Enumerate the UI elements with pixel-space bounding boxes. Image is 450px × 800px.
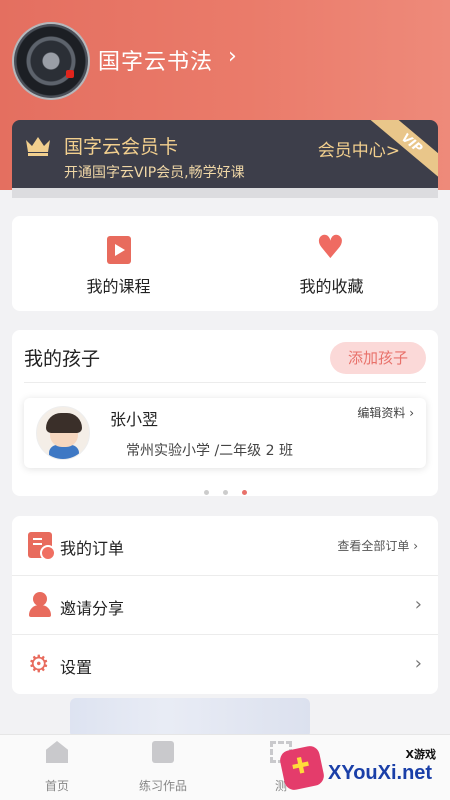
kid-school: 常州实验小学 /二年级 2 班: [126, 443, 293, 459]
kids-title: 我的孩子: [24, 348, 101, 370]
add-kid-button[interactable]: 添加孩子: [330, 342, 426, 374]
kid-avatar: [36, 406, 90, 460]
gamepad-logo-icon: [278, 744, 326, 792]
vip-subtitle: 开通国字云VIP会员,畅学好课: [64, 165, 245, 181]
person-icon: [28, 592, 52, 618]
carousel-dot[interactable]: [203, 490, 209, 495]
watermark: X游戏 XYouXi.net: [278, 742, 448, 798]
crown-icon: [26, 137, 50, 156]
vip-title: 国字云会员卡: [64, 136, 179, 158]
order-clipboard-icon: [28, 532, 56, 561]
tab-home[interactable]: 首页: [12, 741, 102, 794]
divider: [24, 382, 426, 383]
book-icon: [152, 741, 174, 763]
carousel-dot[interactable]: [222, 490, 228, 495]
kid-name: 张小翌: [110, 410, 159, 429]
chevron-right-icon: ›: [414, 653, 422, 674]
my-favorites-label: 我的收藏: [299, 277, 364, 296]
my-favorites-button[interactable]: ♥ 我的收藏: [225, 216, 438, 311]
watermark-text: XYouXi.net: [328, 762, 433, 784]
quick-actions: 我的课程 ♥ 我的收藏: [12, 216, 438, 311]
kid-card[interactable]: 张小翌 常州实验小学 /二年级 2 班 编辑资料 ›: [24, 398, 426, 468]
chevron-right-icon[interactable]: ›: [228, 44, 237, 69]
tab-works-label: 练习作品: [138, 779, 187, 793]
user-name[interactable]: 国字云书法: [98, 44, 213, 76]
vip-card-shadow: [12, 188, 438, 198]
background-illustration: [70, 698, 310, 738]
home-icon: [46, 741, 68, 763]
chevron-right-icon: ›: [414, 594, 422, 615]
my-courses-button[interactable]: 我的课程: [12, 216, 225, 311]
vip-card[interactable]: 国字云会员卡 开通国字云VIP会员,畅学好课 会员中心> VIP: [12, 120, 438, 190]
tab-home-label: 首页: [44, 779, 69, 793]
tab-works[interactable]: 练习作品: [118, 741, 208, 794]
heart-icon: ♥: [316, 228, 345, 266]
settings-row[interactable]: ⚙ 设置 ›: [12, 634, 438, 693]
settings-menu: 我的订单 查看全部订单 › 邀请分享 › ⚙ 设置 ›: [12, 516, 438, 694]
member-center-link[interactable]: 会员中心>: [318, 136, 400, 161]
play-book-icon: [107, 236, 131, 264]
settings-label: 设置: [60, 658, 93, 677]
my-orders-row[interactable]: 我的订单 查看全部订单 ›: [12, 516, 438, 575]
my-orders-label: 我的订单: [60, 539, 125, 558]
invite-share-row[interactable]: 邀请分享 ›: [12, 575, 438, 634]
invite-share-label: 邀请分享: [60, 599, 125, 618]
carousel-dot-active[interactable]: [241, 490, 247, 495]
user-avatar[interactable]: [12, 22, 90, 100]
watermark-small-text: X游戏: [405, 748, 436, 761]
gear-icon: ⚙: [28, 650, 50, 678]
carousel-dots: [12, 480, 438, 499]
view-all-orders-link[interactable]: 查看全部订单 ›: [337, 537, 418, 554]
my-courses-label: 我的课程: [86, 277, 151, 296]
my-kids-section: 我的孩子 添加孩子 张小翌 常州实验小学 /二年级 2 班 编辑资料 ›: [12, 330, 438, 496]
avatar-logo-dot: [66, 70, 74, 78]
edit-profile-link[interactable]: 编辑资料 ›: [357, 404, 414, 421]
